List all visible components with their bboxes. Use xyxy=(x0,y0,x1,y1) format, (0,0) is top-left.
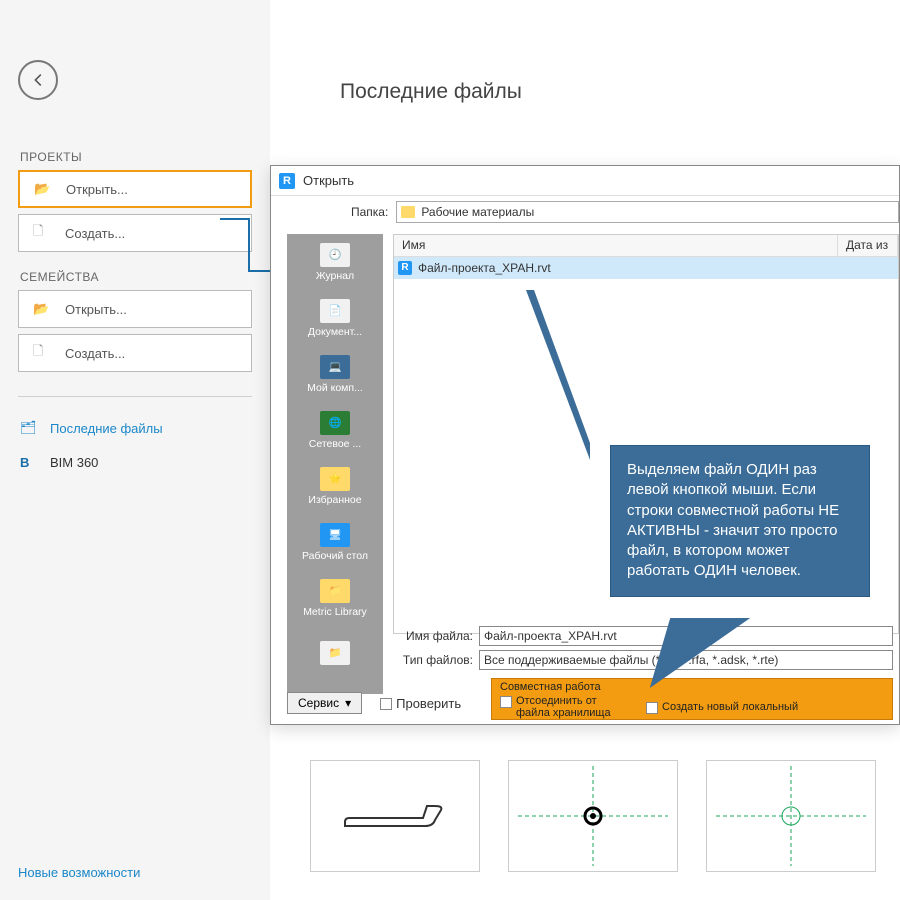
file-new-icon: 🗋 xyxy=(33,342,51,364)
place-mycomputer[interactable]: 💻 Мой комп... xyxy=(287,346,383,402)
folder-icon: 📁 xyxy=(320,641,350,665)
checkbox-icon xyxy=(646,702,658,714)
place-network[interactable]: 🌐 Сетевое ... xyxy=(287,402,383,458)
revit-file-icon: R xyxy=(398,261,412,275)
dialog-titlebar: R Открыть xyxy=(271,166,899,196)
instruction-callout: Выделяем файл ОДИН раз левой кнопкой мыш… xyxy=(610,445,870,597)
file-row[interactable]: R Файл-проекта_ХРАН.rvt xyxy=(394,257,898,279)
checkbox-label: Проверить xyxy=(396,696,461,711)
dialog-bottom-bar: Сервис ▾ Проверить xyxy=(287,692,461,714)
place-label: Рабочий стол xyxy=(302,550,368,562)
folder-dropdown[interactable]: Рабочие материалы xyxy=(396,201,899,223)
nav-label: BIM 360 xyxy=(50,455,98,470)
button-label: Открыть... xyxy=(65,302,127,317)
file-name: Файл-проекта_ХРАН.rvt xyxy=(418,261,551,275)
thumbnail[interactable] xyxy=(706,760,876,872)
bim360-icon: B xyxy=(20,455,42,470)
folder-open-icon: 📂 xyxy=(34,181,52,197)
recent-thumbnails xyxy=(310,760,876,872)
page-title: Последние файлы xyxy=(340,80,522,104)
service-button[interactable]: Сервис ▾ xyxy=(287,692,362,714)
folder-open-icon: 📂 xyxy=(33,301,51,317)
section-families-label: СЕМЕЙСТВА xyxy=(20,270,252,284)
thumbnail-preview-icon xyxy=(335,796,455,836)
families-create-button[interactable]: 🗋 Создать... xyxy=(18,334,252,372)
thumbnail[interactable] xyxy=(508,760,678,872)
checkbox-icon xyxy=(500,696,512,708)
place-label: Документ... xyxy=(308,326,362,338)
desktop-icon: 🖥 xyxy=(320,523,350,547)
arrow-left-icon xyxy=(29,71,47,89)
thumbnail[interactable] xyxy=(310,760,480,872)
thumbnail-preview-icon xyxy=(716,766,866,866)
connector xyxy=(248,218,250,270)
network-icon: 🌐 xyxy=(320,411,350,435)
place-label: Metric Library xyxy=(303,606,367,618)
button-label: Создать... xyxy=(65,226,125,241)
computer-icon: 💻 xyxy=(320,355,350,379)
place-label: Сетевое ... xyxy=(309,438,361,450)
places-bar: 🕘 Журнал 📄 Документ... 💻 Мой комп... 🌐 Сетев… xyxy=(287,234,383,694)
dialog-title: Открыть xyxy=(303,173,354,188)
button-label: Создать... xyxy=(65,346,125,361)
place-label: Журнал xyxy=(316,270,354,282)
place-desktop[interactable]: 🖥 Рабочий стол xyxy=(287,514,383,570)
checkbox-label: Отсоединить от файла хранилища xyxy=(516,695,626,719)
place-label: Мой комп... xyxy=(307,382,363,394)
filetype-label: Тип файлов: xyxy=(393,653,479,667)
checkbox-label: Создать новый локальный xyxy=(662,701,798,713)
nav-bim360[interactable]: B BIM 360 xyxy=(18,445,252,479)
back-button[interactable] xyxy=(18,60,58,100)
folder-row: Папка: Рабочие материалы xyxy=(271,196,899,228)
thumbnail-preview-icon xyxy=(518,766,668,866)
chevron-down-icon: ▾ xyxy=(345,696,351,710)
sidebar: ПРОЕКТЫ 📂 Открыть... 🗋 Создать... СЕМЕЙС… xyxy=(0,0,270,900)
file-list-header: Имя Дата из xyxy=(394,235,898,257)
projects-open-button[interactable]: 📂 Открыть... xyxy=(18,170,252,208)
button-label: Открыть... xyxy=(66,182,128,197)
filename-label: Имя файла: xyxy=(393,629,479,643)
col-name[interactable]: Имя xyxy=(394,235,838,256)
document-icon: 📄 xyxy=(320,299,350,323)
col-date[interactable]: Дата из xyxy=(838,235,898,256)
checkbox-icon xyxy=(380,698,392,710)
place-favorites[interactable]: ⭐ Избранное xyxy=(287,458,383,514)
verify-checkbox[interactable]: Проверить xyxy=(380,696,461,711)
button-label: Сервис xyxy=(298,696,339,710)
divider xyxy=(18,396,252,397)
place-label: Избранное xyxy=(308,494,361,506)
new-features-link[interactable]: Новые возможности xyxy=(18,865,140,880)
history-icon: 🕘 xyxy=(320,243,350,267)
recent-icon: 🗂 xyxy=(20,420,42,436)
folder-value: Рабочие материалы xyxy=(421,205,534,219)
folder-icon xyxy=(401,206,415,218)
place-extra[interactable]: 📁 xyxy=(287,626,383,682)
projects-create-button[interactable]: 🗋 Создать... xyxy=(18,214,252,252)
place-documents[interactable]: 📄 Документ... xyxy=(287,290,383,346)
folder-icon: 📁 xyxy=(320,579,350,603)
section-projects-label: ПРОЕКТЫ xyxy=(20,150,252,164)
file-new-icon: 🗋 xyxy=(33,222,51,244)
place-metric-library[interactable]: 📁 Metric Library xyxy=(287,570,383,626)
detach-checkbox[interactable]: Отсоединить от файла хранилища xyxy=(500,695,626,719)
nav-recent-files[interactable]: 🗂 Последние файлы xyxy=(18,411,252,445)
star-icon: ⭐ xyxy=(320,467,350,491)
families-open-button[interactable]: 📂 Открыть... xyxy=(18,290,252,328)
worksharing-title: Совместная работа xyxy=(500,681,601,693)
newlocal-checkbox[interactable]: Создать новый локальный xyxy=(646,701,798,714)
nav-label: Последние файлы xyxy=(50,421,163,436)
place-history[interactable]: 🕘 Журнал xyxy=(287,234,383,290)
revit-icon: R xyxy=(279,173,295,189)
folder-label: Папка: xyxy=(351,205,388,219)
connector xyxy=(220,218,250,220)
